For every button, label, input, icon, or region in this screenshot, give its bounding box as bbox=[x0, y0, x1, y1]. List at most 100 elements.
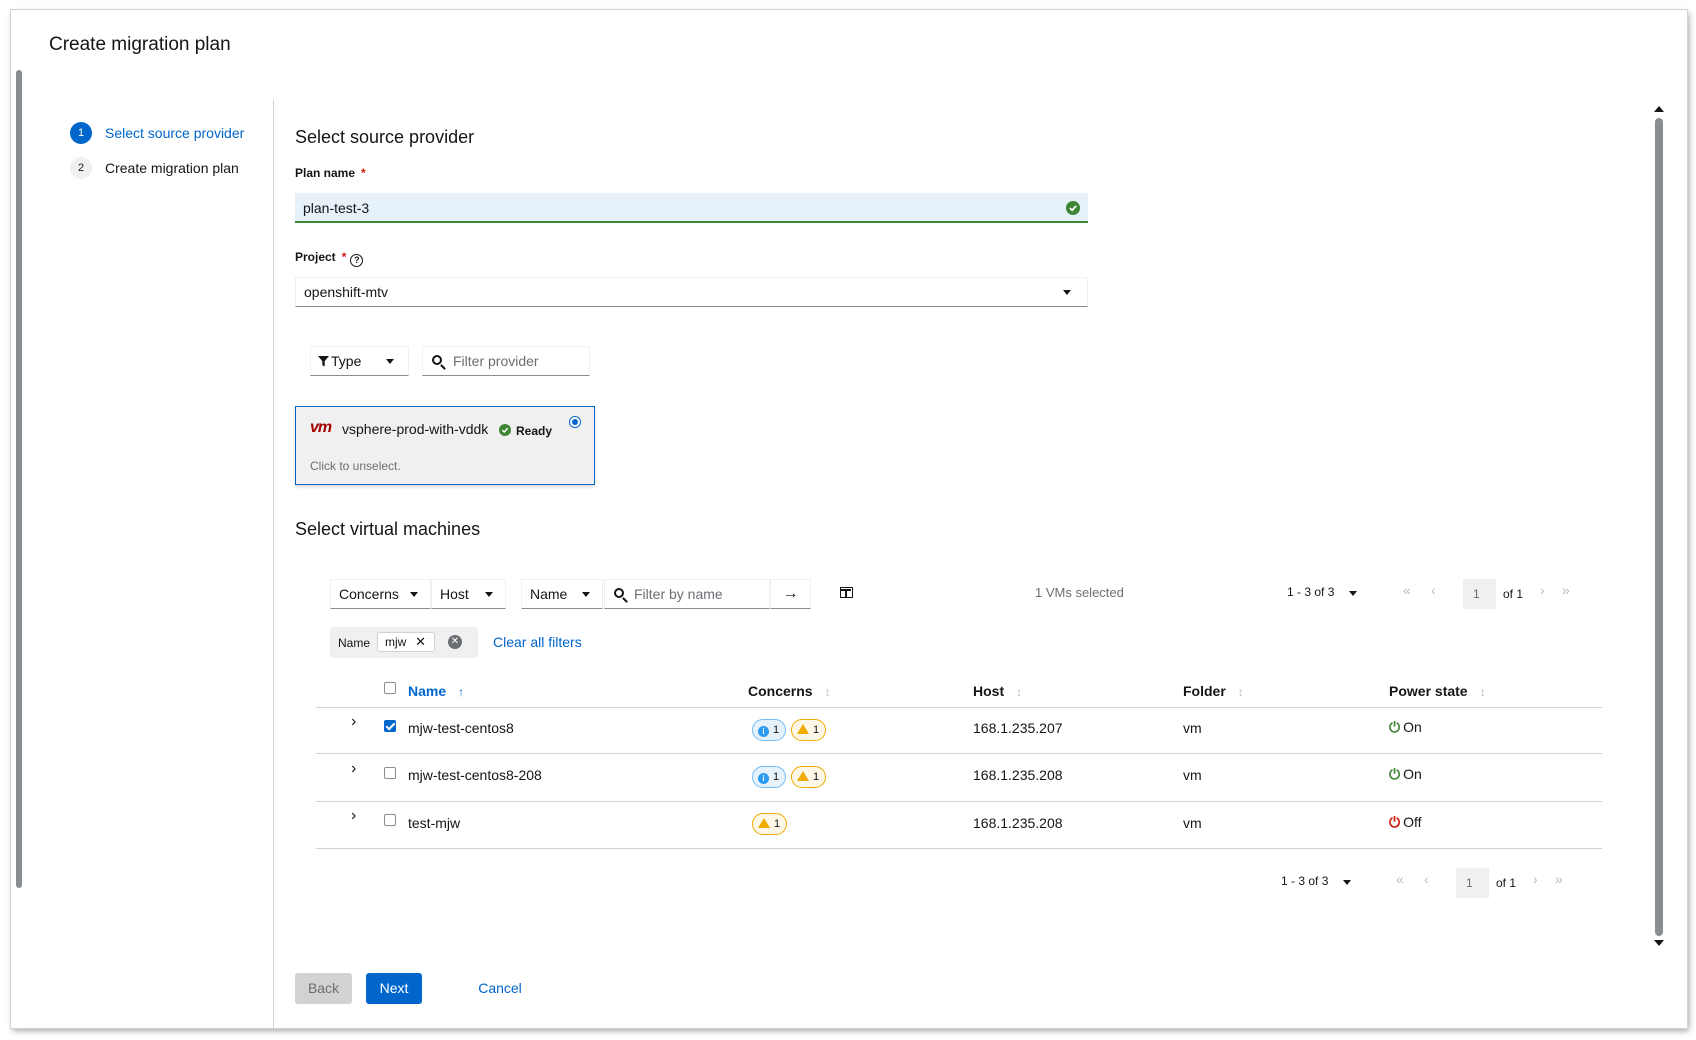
right-scrollbar[interactable] bbox=[1655, 118, 1663, 936]
next-page-button[interactable]: › bbox=[1533, 871, 1538, 887]
caret-down-icon bbox=[1063, 290, 1071, 295]
filter-provider-input[interactable]: Filter provider bbox=[422, 346, 590, 376]
apply-filter-button[interactable]: → bbox=[770, 579, 811, 609]
expand-row-button[interactable]: › bbox=[351, 713, 356, 731]
name-filter-dropdown[interactable]: Name bbox=[521, 579, 603, 609]
vms-selected-count: 1 VMs selected bbox=[1035, 585, 1124, 600]
help-icon[interactable]: ? bbox=[350, 254, 364, 267]
host-filter-dropdown[interactable]: Host bbox=[431, 579, 506, 609]
prev-page-button[interactable]: ‹ bbox=[1424, 871, 1429, 887]
warning-concern-badge[interactable]: 1 bbox=[791, 766, 827, 788]
warning-icon bbox=[797, 771, 809, 781]
plan-name-input[interactable]: plan-test-3 bbox=[295, 193, 1088, 223]
expand-row-button[interactable]: › bbox=[351, 807, 356, 825]
scroll-down-icon[interactable] bbox=[1654, 940, 1664, 946]
prev-page-button[interactable]: ‹ bbox=[1431, 582, 1436, 598]
provider-name: vsphere-prod-with-vddk bbox=[342, 421, 489, 437]
column-header-name[interactable]: Name ↑ bbox=[408, 683, 464, 699]
select-all-checkbox[interactable] bbox=[384, 682, 396, 694]
check-circle-icon bbox=[1066, 201, 1080, 215]
provider-card-hint: Click to unselect. bbox=[310, 459, 401, 473]
page-number-input[interactable]: 1 bbox=[1456, 868, 1489, 898]
info-count: 1 bbox=[773, 771, 780, 783]
sort-icon: ↕ bbox=[824, 685, 831, 699]
column-header-power-state[interactable]: Power state ↕ bbox=[1389, 683, 1486, 699]
last-page-button[interactable]: » bbox=[1562, 582, 1570, 598]
warning-concern-badge[interactable]: 1 bbox=[752, 813, 788, 835]
column-header-host[interactable]: Host ↕ bbox=[973, 683, 1022, 699]
vm-host: 168.1.235.208 bbox=[973, 815, 1063, 831]
project-select[interactable]: openshift-mtv bbox=[295, 277, 1088, 307]
pagination-range-bottom[interactable]: 1 - 3 of 3 bbox=[1281, 874, 1351, 888]
vm-host: 168.1.235.207 bbox=[973, 720, 1063, 736]
caret-down-icon bbox=[1343, 880, 1351, 885]
caret-down-icon bbox=[582, 592, 590, 597]
vm-power-state: ⏻ On bbox=[1389, 719, 1422, 736]
power-off-icon: ⏻ bbox=[1389, 814, 1401, 830]
step-label-select-source: Select source provider bbox=[105, 125, 245, 141]
power-state-text: Off bbox=[1403, 814, 1422, 830]
filter-by-name-input[interactable]: Filter by name bbox=[604, 579, 770, 609]
filter-provider-placeholder: Filter provider bbox=[453, 353, 539, 369]
project-label-text: Project bbox=[295, 250, 336, 264]
power-on-icon: ⏻ bbox=[1389, 719, 1401, 735]
step-number-2: 2 bbox=[70, 157, 92, 179]
info-icon: i bbox=[758, 773, 769, 784]
row-checkbox[interactable] bbox=[384, 814, 396, 826]
info-count: 1 bbox=[773, 724, 780, 736]
table-divider bbox=[316, 707, 1602, 708]
column-header-folder[interactable]: Folder ↕ bbox=[1183, 683, 1244, 699]
vmware-logo: vm bbox=[310, 419, 332, 436]
cancel-button[interactable]: Cancel bbox=[470, 973, 530, 1004]
last-page-button[interactable]: » bbox=[1555, 871, 1563, 887]
expand-row-button[interactable]: › bbox=[351, 760, 356, 778]
info-concern-badge[interactable]: i1 bbox=[752, 719, 787, 741]
sort-icon: ↕ bbox=[1237, 685, 1244, 699]
column-header-concerns[interactable]: Concerns ↕ bbox=[748, 683, 831, 699]
row-checkbox[interactable] bbox=[384, 767, 396, 779]
left-scrollbar[interactable] bbox=[16, 70, 22, 888]
row-checkbox[interactable] bbox=[384, 720, 396, 732]
scroll-up-icon[interactable] bbox=[1654, 106, 1664, 112]
table-divider bbox=[316, 848, 1602, 849]
next-page-button[interactable]: › bbox=[1540, 582, 1545, 598]
type-filter-label: Type bbox=[331, 353, 362, 369]
column-host-text: Host bbox=[973, 683, 1005, 699]
required-mark: * bbox=[341, 250, 347, 264]
page-count: of 1 bbox=[1496, 876, 1517, 890]
first-page-button[interactable]: « bbox=[1403, 582, 1411, 598]
table-divider bbox=[316, 753, 1602, 754]
back-button[interactable]: Back bbox=[295, 973, 352, 1004]
vm-power-state: ⏻ Off bbox=[1389, 814, 1422, 831]
times-circle-icon[interactable]: ✕ bbox=[448, 635, 462, 649]
pagination-range-top[interactable]: 1 - 3 of 3 bbox=[1287, 585, 1357, 599]
vm-power-state: ⏻ On bbox=[1389, 766, 1422, 783]
step-number-1: 1 bbox=[70, 122, 92, 144]
warning-count: 1 bbox=[813, 724, 820, 736]
warning-count: 1 bbox=[813, 771, 820, 783]
clear-all-filters-link[interactable]: Clear all filters bbox=[493, 634, 582, 650]
info-icon: i bbox=[758, 726, 769, 737]
page-number-input[interactable]: 1 bbox=[1463, 579, 1496, 609]
provider-radio[interactable] bbox=[569, 416, 581, 428]
vm-name: test-mjw bbox=[408, 815, 461, 831]
close-icon[interactable]: ✕ bbox=[415, 633, 426, 651]
power-state-text: On bbox=[1403, 719, 1422, 735]
sort-icon: ↕ bbox=[1016, 685, 1023, 699]
first-page-button[interactable]: « bbox=[1396, 871, 1404, 887]
filter-chip-group: Name mjw ✕ ✕ bbox=[330, 627, 478, 658]
vm-host: 168.1.235.208 bbox=[973, 767, 1063, 783]
concerns-filter-dropdown[interactable]: Concerns bbox=[330, 579, 431, 609]
warning-concern-badge[interactable]: 1 bbox=[791, 719, 827, 741]
wizard-step-select-source[interactable]: 1 Select source provider bbox=[70, 122, 270, 144]
next-button[interactable]: Next bbox=[366, 973, 422, 1004]
warning-icon bbox=[758, 818, 770, 828]
search-icon bbox=[614, 588, 624, 598]
wizard-step-create-plan[interactable]: 2 Create migration plan bbox=[70, 157, 270, 179]
caret-down-icon bbox=[386, 359, 394, 364]
type-filter-dropdown[interactable]: Type bbox=[310, 346, 409, 376]
manage-columns-icon[interactable] bbox=[840, 587, 853, 598]
pagination-range-text: 1 - 3 of 3 bbox=[1287, 585, 1335, 599]
info-concern-badge[interactable]: i1 bbox=[752, 766, 787, 788]
provider-card[interactable]: vm vsphere-prod-with-vddk Ready Click to… bbox=[295, 406, 595, 485]
